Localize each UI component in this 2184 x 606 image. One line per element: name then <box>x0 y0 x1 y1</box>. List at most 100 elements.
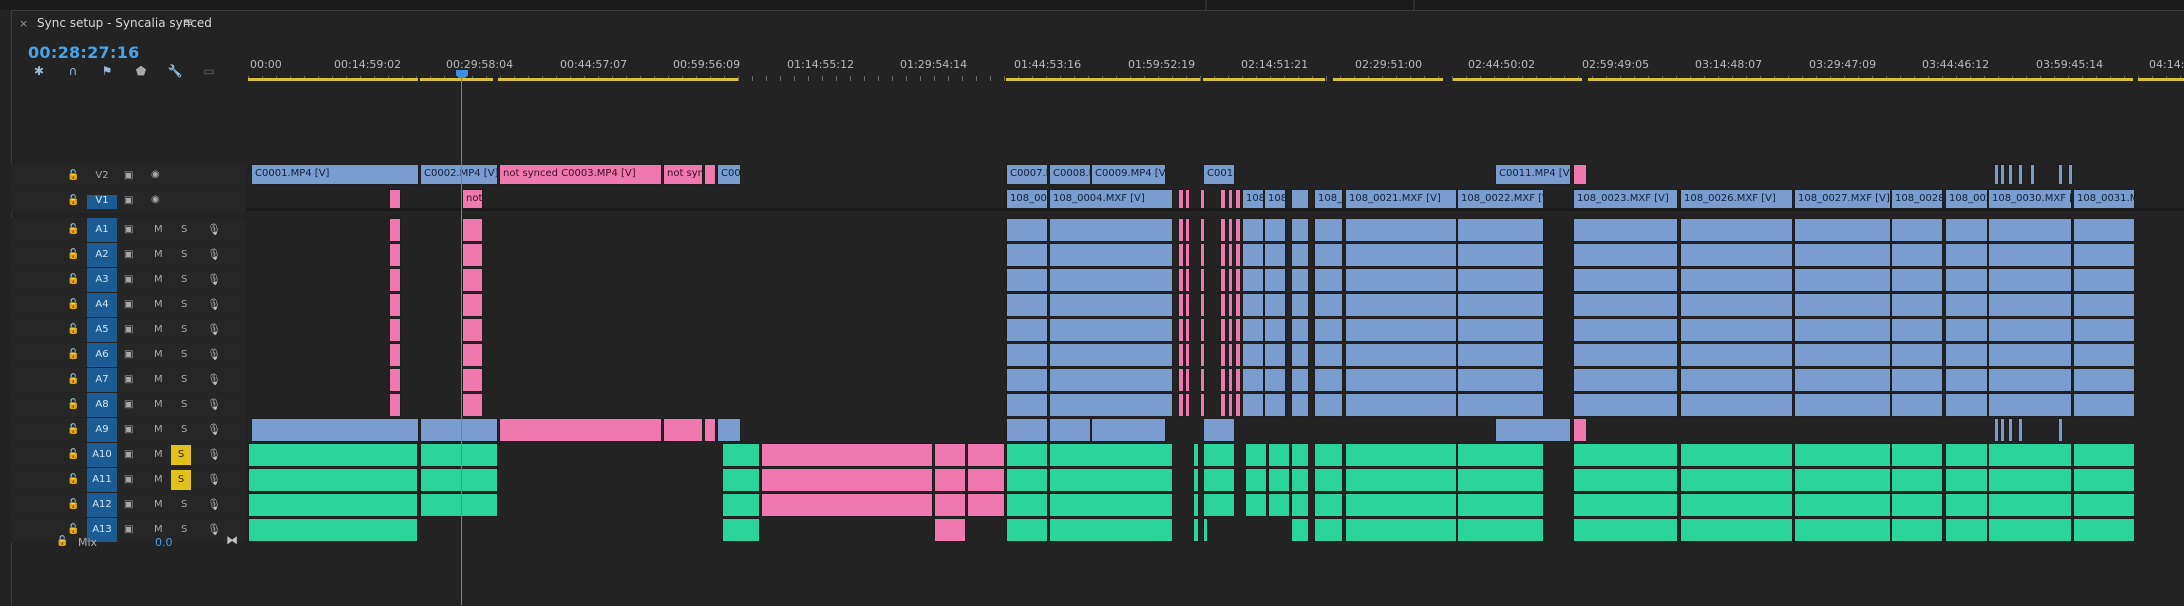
v2-clip[interactable] <box>2068 164 2073 185</box>
audio-clip[interactable] <box>1345 343 1457 367</box>
v2-clip[interactable] <box>2030 164 2035 185</box>
audio-clip[interactable] <box>1988 343 2072 367</box>
audio-clip[interactable] <box>1220 368 1226 392</box>
audio-clip[interactable] <box>934 518 966 542</box>
v1-clip[interactable]: 108_0022.MXF [V] <box>1457 189 1544 209</box>
work-area-bar[interactable] <box>498 78 738 81</box>
v2-clip[interactable] <box>704 164 716 185</box>
audio-clip[interactable] <box>248 493 418 517</box>
audio-clip[interactable] <box>1573 218 1678 242</box>
voiceover-record-icon[interactable]: 🎙 <box>207 473 221 486</box>
v2-clip[interactable]: C0010 <box>1203 164 1235 185</box>
audio-clip[interactable] <box>934 493 966 517</box>
audio-clip[interactable] <box>1680 368 1793 392</box>
lock-icon[interactable]: 🔓 <box>67 399 79 410</box>
audio-clip[interactable] <box>1264 393 1286 417</box>
voiceover-record-icon[interactable]: 🎙 <box>207 223 221 236</box>
audio-clip[interactable] <box>1200 318 1205 342</box>
track-name[interactable]: A5 <box>87 318 117 342</box>
audio-clip[interactable] <box>1345 443 1457 467</box>
audio-clip[interactable] <box>1891 468 1943 492</box>
audio-clip[interactable] <box>967 468 1005 492</box>
audio-clip[interactable] <box>1794 268 1891 292</box>
sync-lock-icon[interactable]: ▣ <box>124 349 133 360</box>
wrench-icon[interactable]: 🔧 <box>166 64 184 80</box>
work-area-bar[interactable] <box>1203 78 1325 81</box>
audio-clip[interactable] <box>1573 493 1678 517</box>
audio-clip[interactable] <box>1945 493 1988 517</box>
lock-icon[interactable]: 🔓 <box>67 424 79 435</box>
audio-clip[interactable] <box>2018 418 2023 442</box>
audio-clip[interactable] <box>1006 368 1048 392</box>
lock-icon[interactable]: 🔓 <box>67 224 79 235</box>
audio-clip[interactable] <box>2073 493 2135 517</box>
audio-clip[interactable] <box>1185 243 1190 267</box>
sync-lock-icon[interactable]: ▣ <box>124 474 133 485</box>
track-name[interactable]: A4 <box>87 293 117 317</box>
solo-button[interactable]: S <box>181 224 187 235</box>
audio-clip[interactable] <box>1228 343 1233 367</box>
audio-clip[interactable] <box>1242 218 1264 242</box>
mute-button[interactable]: M <box>154 299 163 310</box>
audio-clip[interactable] <box>1049 243 1173 267</box>
audio-clip[interactable] <box>1220 218 1226 242</box>
audio-clip[interactable] <box>1345 243 1457 267</box>
audio-clip[interactable] <box>1457 368 1544 392</box>
audio-clip[interactable] <box>1457 468 1544 492</box>
audio-clip[interactable] <box>1203 518 1208 542</box>
audio-clip[interactable] <box>420 468 498 492</box>
audio-clip[interactable] <box>1291 393 1309 417</box>
v1-clip[interactable]: 108 <box>1264 189 1286 209</box>
audio-clip[interactable] <box>934 468 966 492</box>
audio-clip[interactable] <box>1235 343 1241 367</box>
audio-clip[interactable] <box>1945 318 1988 342</box>
lock-icon[interactable]: 🔓 <box>67 374 79 385</box>
audio-clip[interactable] <box>1891 393 1943 417</box>
audio-clip[interactable] <box>1242 318 1264 342</box>
audio-clip[interactable] <box>1220 343 1226 367</box>
audio-clip[interactable] <box>1193 443 1199 467</box>
lock-icon[interactable]: 🔓 <box>67 299 79 310</box>
audio-clip[interactable] <box>1185 343 1190 367</box>
audio-clip[interactable] <box>1314 393 1343 417</box>
sync-lock-icon[interactable]: ▣ <box>124 224 133 235</box>
audio-clip[interactable] <box>1573 418 1587 442</box>
audio-clip[interactable] <box>1573 468 1678 492</box>
audio-clip[interactable] <box>1049 393 1173 417</box>
audio-clip[interactable] <box>761 493 933 517</box>
audio-clip[interactable] <box>1291 218 1309 242</box>
solo-button[interactable]: S <box>181 499 187 510</box>
audio-clip[interactable] <box>1794 293 1891 317</box>
solo-button[interactable]: S <box>181 374 187 385</box>
audio-clip[interactable] <box>1006 218 1048 242</box>
audio-clip[interactable] <box>1049 343 1173 367</box>
lock-icon[interactable]: 🔓 <box>67 274 79 285</box>
audio-clip[interactable] <box>1291 268 1309 292</box>
track-name[interactable]: A1 <box>87 218 117 242</box>
audio-clip[interactable] <box>1235 293 1241 317</box>
solo-button[interactable]: S <box>181 349 187 360</box>
audio-clip[interactable] <box>1006 443 1048 467</box>
lock-icon[interactable]: 🔓 <box>67 195 79 206</box>
audio-clip[interactable] <box>2073 293 2135 317</box>
audio-clip[interactable] <box>722 443 760 467</box>
audio-clip[interactable] <box>1193 468 1199 492</box>
audio-clip[interactable] <box>1228 318 1233 342</box>
audio-clip[interactable] <box>1291 443 1309 467</box>
solo-button[interactable]: S <box>181 299 187 310</box>
v1-clip[interactable] <box>389 189 401 209</box>
audio-clip[interactable] <box>1242 268 1264 292</box>
audio-clip[interactable] <box>1006 243 1048 267</box>
audio-clip[interactable] <box>462 218 483 242</box>
audio-clip[interactable] <box>1794 468 1891 492</box>
audio-clip[interactable] <box>1345 468 1457 492</box>
track-name[interactable]: A3 <box>87 268 117 292</box>
mute-button[interactable]: M <box>154 324 163 335</box>
audio-clip[interactable] <box>1988 243 2072 267</box>
lock-icon[interactable]: 🔓 <box>67 524 79 535</box>
solo-button[interactable]: S <box>181 399 187 410</box>
audio-clip[interactable] <box>1457 243 1544 267</box>
audio-clip[interactable] <box>1178 318 1184 342</box>
audio-clip[interactable] <box>1680 518 1793 542</box>
solo-button[interactable]: S <box>171 445 191 465</box>
